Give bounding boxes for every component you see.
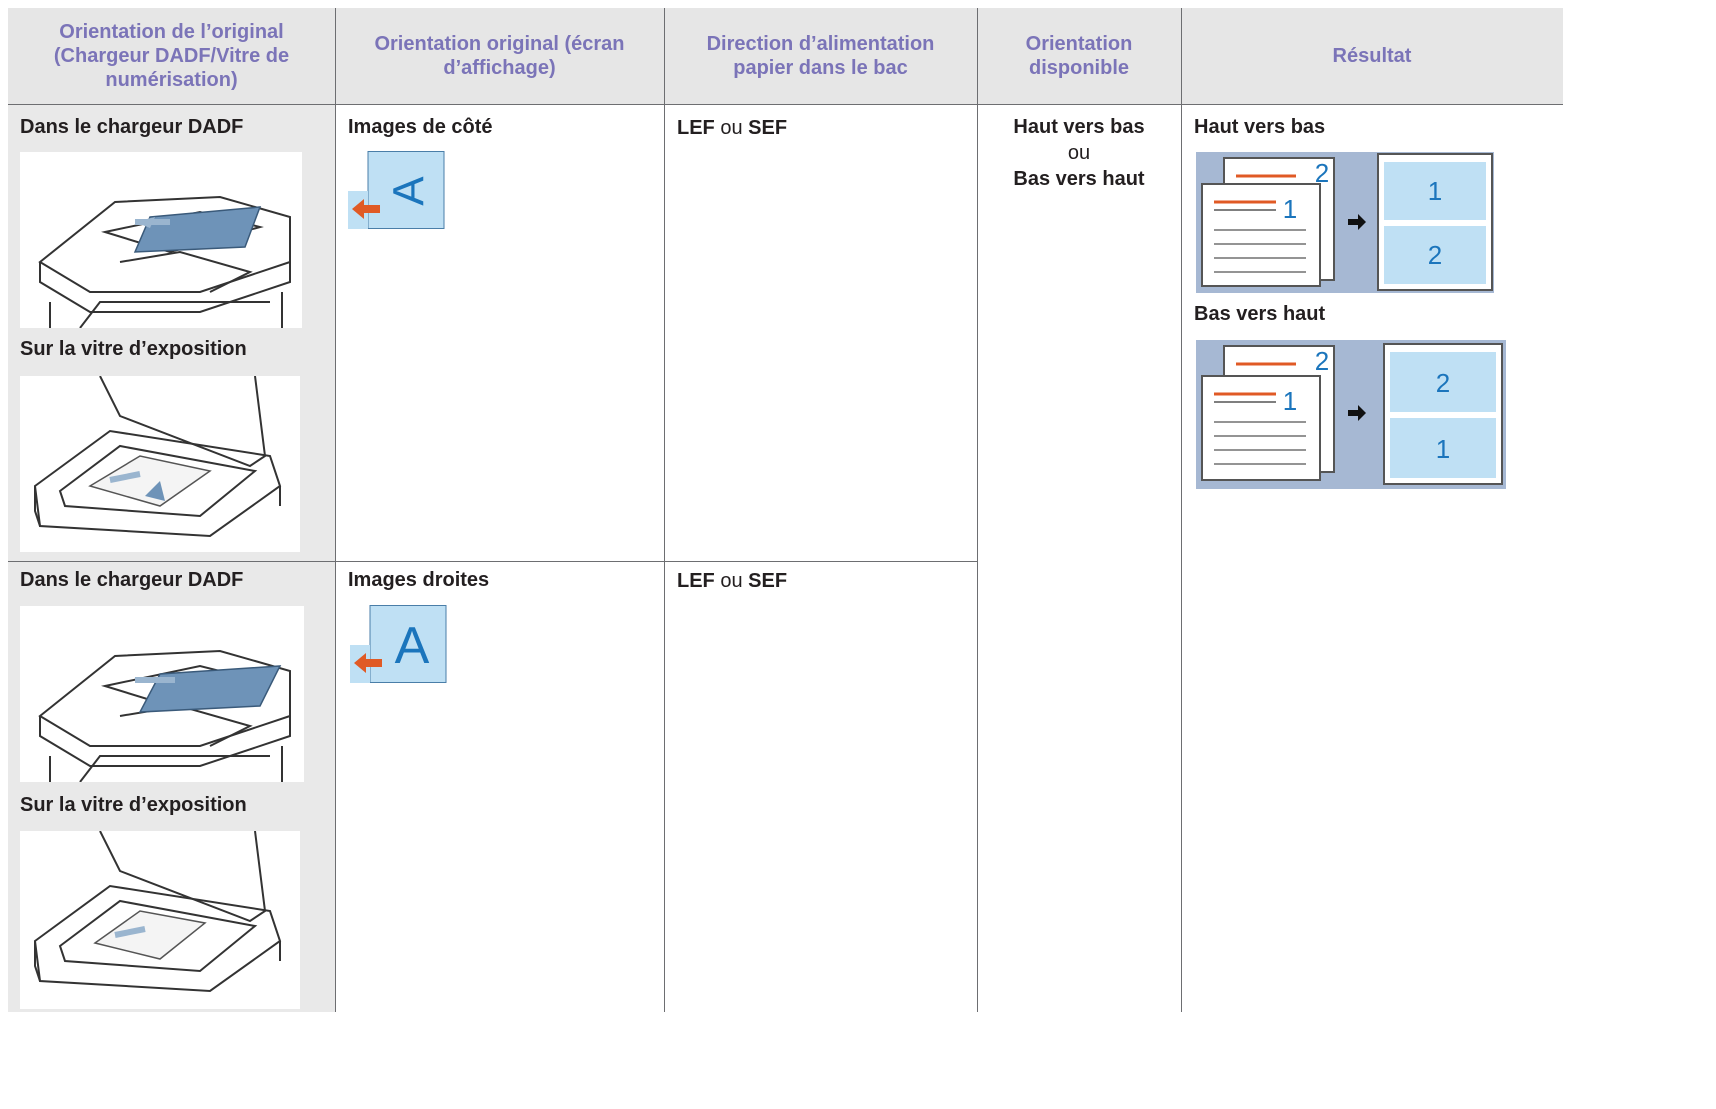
letter-a-upright: A [395, 617, 430, 675]
divider [8, 561, 977, 562]
available-or: ou [1067, 142, 1091, 164]
result-bottom-to-top-illustration: 2 1 2 1 [1196, 340, 1506, 489]
row2-display-label: Images droites [348, 569, 490, 591]
row2-glass-label: Sur la vitre d’exposition [20, 794, 247, 816]
upright-image-icon: A [350, 605, 448, 683]
row1-glass-label: Sur la vitre d’exposition [20, 338, 247, 360]
output-top-number: 2 [1436, 368, 1450, 398]
letter-a-rotated: A [385, 176, 434, 206]
divider [1181, 8, 1182, 1012]
glass-scanner-illustration [20, 831, 300, 1009]
sideways-image-icon: A [348, 151, 446, 229]
result-label-top-to-bottom: Haut vers bas [1194, 116, 1326, 138]
glass-scanner-illustration [20, 376, 300, 552]
output-bottom-number: 1 [1436, 434, 1450, 464]
lef-label: LEF [677, 570, 715, 592]
output-top-number: 1 [1428, 176, 1442, 206]
available-bottom-to-top: Bas vers haut [1013, 168, 1145, 190]
divider [335, 8, 336, 1012]
adf-printer-illustration [20, 606, 304, 782]
header-display-orientation: Orientation original (écran d’affichage) [335, 8, 664, 104]
row1-dadf-label: Dans le chargeur DADF [20, 116, 244, 138]
back-page-number: 2 [1315, 346, 1329, 376]
front-page-number: 1 [1283, 386, 1297, 416]
available-top-to-bottom: Haut vers bas [1013, 116, 1145, 138]
sef-label: SEF [748, 117, 788, 139]
output-bottom-number: 2 [1428, 240, 1442, 270]
header-feed-direction: Direction d’alimentation papier dans le … [664, 8, 977, 104]
divider [664, 8, 665, 1012]
header-result: Résultat [1181, 8, 1563, 104]
row1-display-label: Images de côté [348, 116, 493, 138]
row1-feed-direction: LEF ou SEF [677, 116, 787, 140]
divider [8, 104, 1563, 105]
orientation-table: Orientation de l’original (Chargeur DADF… [8, 8, 1563, 1012]
adf-printer-illustration [20, 152, 302, 328]
result-top-to-bottom-illustration: 2 1 1 2 [1196, 152, 1494, 293]
header-available-orientation: Orientation disponible [977, 8, 1181, 104]
row2-dadf-label: Dans le chargeur DADF [20, 569, 244, 591]
available-orientation: Haut vers bas ou Bas vers haut [977, 114, 1181, 192]
sef-label: SEF [748, 570, 788, 592]
front-page-number: 1 [1283, 194, 1297, 224]
or-label: ou [720, 117, 743, 139]
row2-feed-direction: LEF ou SEF [677, 569, 787, 593]
or-label: ou [720, 570, 743, 592]
lef-label: LEF [677, 117, 715, 139]
header-original-orientation: Orientation de l’original (Chargeur DADF… [8, 8, 335, 104]
result-label-bottom-to-top: Bas vers haut [1194, 303, 1326, 325]
